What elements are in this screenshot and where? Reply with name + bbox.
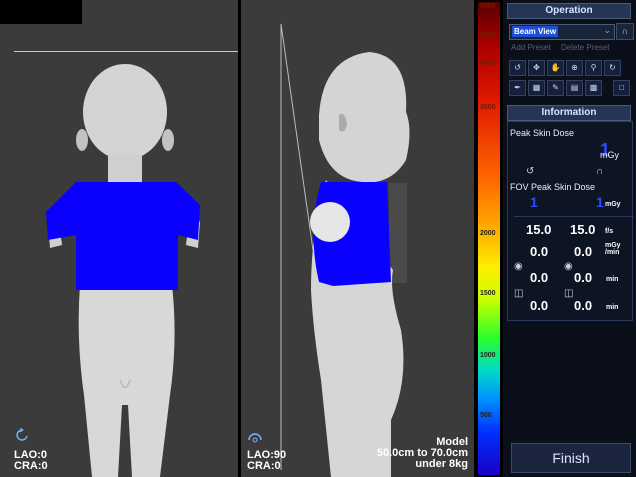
tick-1500: 1500 bbox=[480, 290, 496, 297]
model-weight: under 8kg bbox=[415, 458, 468, 470]
lateral-view[interactable]: LAO:90 CRA:0 Model 50.0cm to 70.0cm unde… bbox=[241, 0, 474, 477]
dose-rate-right: 0.0 bbox=[574, 244, 593, 259]
fov-value-left: 1 bbox=[530, 194, 538, 210]
patient-model-back bbox=[46, 64, 200, 477]
scale-gradient bbox=[478, 2, 500, 475]
chevron-down-icon: ⌄ bbox=[603, 25, 611, 35]
cra-angle: CRA:0 bbox=[14, 460, 48, 472]
capture-tool-icon[interactable]: ▩ bbox=[585, 80, 602, 96]
information-box: Peak Skin Dose 1 mGy ↺ ∩ FOV Peak Skin D… bbox=[507, 121, 634, 321]
add-preset-button[interactable]: Add Preset bbox=[511, 43, 551, 52]
fov-unit: mGy bbox=[605, 201, 621, 208]
edit-tool-icon[interactable]: ✎ bbox=[547, 80, 564, 96]
acq-time-right: 0.0 bbox=[574, 298, 593, 313]
fluoro-unit: min bbox=[606, 276, 619, 283]
angle-readout-lateral: LAO:90 CRA:0 bbox=[247, 450, 286, 472]
angle-readout: LAO:0 CRA:0 bbox=[14, 450, 48, 472]
reset-view-icon[interactable]: ↻ bbox=[604, 60, 621, 76]
peak-skin-dose-unit: mGy bbox=[600, 150, 619, 160]
tick-500: 500 bbox=[480, 412, 492, 419]
divider bbox=[514, 216, 634, 217]
delete-preset-button[interactable]: Delete Preset bbox=[561, 43, 609, 52]
view-select[interactable]: Beam View ⌄ bbox=[509, 24, 615, 40]
patient-model-side bbox=[280, 23, 410, 477]
posterior-view[interactable]: LAO:0 CRA:0 bbox=[0, 0, 238, 477]
tick-6000: 6000 bbox=[480, 32, 496, 39]
acq-time-left: 0.0 bbox=[530, 298, 549, 313]
finish-button[interactable]: Finish bbox=[511, 443, 631, 473]
rotate-tool-icon[interactable]: ↺ bbox=[509, 60, 526, 76]
magnet-icon[interactable]: ∩ bbox=[616, 23, 634, 40]
cra-angle: CRA:0 bbox=[247, 460, 281, 472]
fluoro-time-left: 0.0 bbox=[530, 270, 549, 285]
frame-rate-left: 15.0 bbox=[526, 222, 552, 237]
tick-4000: 4000 bbox=[480, 60, 496, 67]
operation-header: Operation bbox=[507, 3, 631, 19]
rotate-icon bbox=[14, 427, 30, 442]
dose-rate-left: 0.0 bbox=[530, 244, 549, 259]
tick-8000: 8000 bbox=[480, 3, 496, 10]
frame-rate-unit: f/s bbox=[605, 228, 614, 235]
search-icon[interactable]: ⚲ bbox=[585, 60, 602, 76]
view-select-value: Beam View bbox=[512, 26, 559, 37]
zoom-tool-icon[interactable]: ⊕ bbox=[566, 60, 583, 76]
measure-tool-icon[interactable]: ▤ bbox=[566, 80, 583, 96]
pan-tool-icon[interactable]: ✋ bbox=[547, 60, 564, 76]
fluoro-eye-icon-2: ◉ bbox=[564, 261, 573, 272]
information-header: Information bbox=[507, 105, 631, 121]
rotate-icon: ↺ bbox=[526, 166, 535, 177]
acquisition-icon: ◫ bbox=[514, 288, 524, 299]
document-icon[interactable]: □ bbox=[613, 80, 630, 96]
tick-2000: 2000 bbox=[480, 230, 496, 237]
fov-peak-label: FOV Peak Skin Dose bbox=[510, 182, 596, 192]
acq-unit: min bbox=[606, 304, 619, 311]
fov-value-right: 1 bbox=[596, 194, 604, 210]
fluoro-eye-icon: ◉ bbox=[514, 261, 523, 272]
rotate-lateral-icon bbox=[247, 430, 263, 444]
grid-tool-icon[interactable]: ▦ bbox=[528, 80, 545, 96]
tick-3000: 3000 bbox=[480, 104, 496, 111]
peak-skin-dose-label: Peak Skin Dose bbox=[510, 128, 575, 138]
model-info: Model 50.0cm to 70.0cm under 8kg bbox=[377, 437, 468, 470]
frame-rate-right: 15.0 bbox=[570, 222, 596, 237]
dose-color-scale: 8000 6000 4000 3000 2000 1500 1000 500 bbox=[478, 0, 500, 477]
tick-1000: 1000 bbox=[480, 352, 496, 359]
lateral-icon: ∩ bbox=[596, 166, 604, 177]
move-tool-icon[interactable]: ✥ bbox=[528, 60, 545, 76]
brush-tool-icon[interactable]: ✒ bbox=[509, 80, 526, 96]
fluoro-time-right: 0.0 bbox=[574, 270, 593, 285]
control-panel: Operation Beam View ⌄ ∩ Add Preset Delet… bbox=[503, 0, 636, 477]
acquisition-icon-2: ◫ bbox=[564, 288, 574, 299]
dose-rate-unit: mGy /min bbox=[605, 242, 621, 256]
